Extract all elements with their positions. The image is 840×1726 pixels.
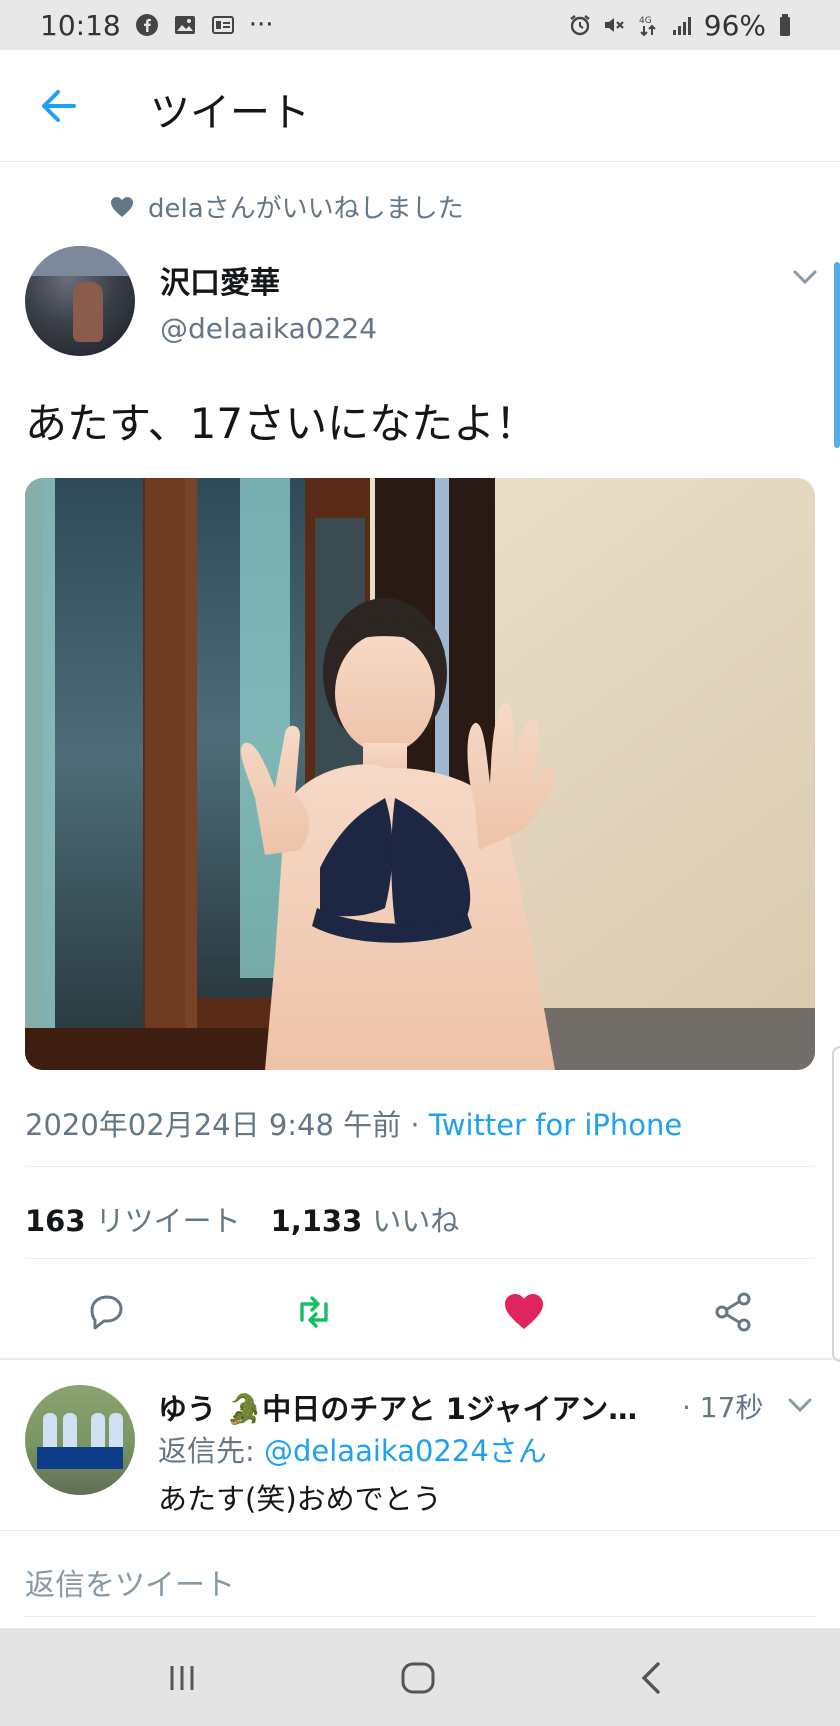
- alarm-icon: [570, 15, 590, 36]
- recent-apps-icon[interactable]: [162, 1658, 202, 1698]
- reply-text: あたす(笑)おめでとう: [158, 1482, 442, 1516]
- back-arrow-icon[interactable]: [38, 88, 78, 124]
- gallery-icon: [174, 16, 195, 34]
- likes-stat[interactable]: 1,133 いいね: [271, 1198, 460, 1240]
- avatar-figure: [73, 282, 103, 342]
- back-nav-icon[interactable]: [632, 1658, 672, 1698]
- share-icon[interactable]: [712, 1290, 756, 1334]
- battery-percent: 96%: [703, 8, 766, 42]
- divider: [25, 1166, 815, 1167]
- author-avatar[interactable]: [25, 246, 135, 356]
- meta-separator: ·: [401, 1108, 429, 1142]
- reply-time: · 17秒: [682, 1391, 764, 1424]
- reply-icon[interactable]: [84, 1290, 128, 1334]
- author-handle[interactable]: @delaaika0224: [160, 312, 377, 345]
- avatar-sky: [25, 246, 135, 276]
- tweet-source-link[interactable]: Twitter for iPhone: [429, 1108, 682, 1142]
- scrollbar-thumb[interactable]: [834, 262, 840, 448]
- heart-icon: [111, 196, 133, 217]
- app-header: ツイート: [0, 50, 840, 162]
- reply-author-avatar[interactable]: [25, 1385, 135, 1495]
- divider: [0, 1530, 840, 1531]
- section-separator: [0, 1358, 840, 1360]
- reply-to-handle[interactable]: @delaaika0224さん: [264, 1434, 547, 1468]
- liked-by-text: delaさんがいいねしました: [148, 194, 464, 224]
- retweet-icon[interactable]: [292, 1290, 336, 1334]
- battery-icon: [780, 14, 790, 36]
- reply-compose-input[interactable]: 返信をツイート: [25, 1560, 235, 1604]
- reply-author-name[interactable]: ゆう 🐊中日のチアと 1ジャイアン…: [158, 1386, 678, 1428]
- facebook-icon: [135, 14, 158, 36]
- retweets-stat[interactable]: 163 リツイート: [25, 1198, 241, 1240]
- retweets-count: 163: [25, 1204, 86, 1238]
- page-title: ツイート: [150, 90, 310, 136]
- author-name[interactable]: 沢口愛華: [160, 258, 280, 302]
- more-dots-icon: ···: [248, 10, 274, 40]
- svg-text:4G: 4G: [639, 16, 652, 26]
- reply-to-line: 返信先: @delaaika0224さん: [158, 1428, 547, 1470]
- reply-to-label: 返信先:: [158, 1434, 264, 1468]
- tweet-meta: 2020年02月24日 9:48 午前 · Twitter for iPhone: [25, 1102, 682, 1144]
- mute-icon: [604, 18, 624, 32]
- system-nav-bar: [0, 1628, 840, 1726]
- retweets-label: リツイート: [95, 1204, 241, 1238]
- like-heart-icon[interactable]: [502, 1290, 546, 1334]
- chevron-down-icon[interactable]: [785, 1390, 815, 1420]
- notification-card-icon: [211, 16, 234, 34]
- home-icon[interactable]: [398, 1658, 438, 1698]
- signal-icon: [672, 17, 691, 35]
- likes-label: いいね: [372, 1204, 460, 1238]
- likes-count: 1,133: [270, 1204, 363, 1238]
- divider: [25, 1616, 815, 1617]
- avatar-banner: [37, 1447, 123, 1469]
- tweet-photo[interactable]: [25, 478, 815, 1070]
- status-time: 10:18: [40, 8, 121, 42]
- tweet-text: あたす、17さいになたよ！: [25, 399, 538, 448]
- tweet-actions: [0, 1282, 840, 1342]
- divider: [25, 1258, 815, 1259]
- chevron-down-icon[interactable]: [790, 262, 820, 292]
- tweet-date: 2020年02月24日 9:48 午前: [25, 1108, 402, 1142]
- social-context[interactable]: delaさんがいいねしました: [110, 188, 464, 225]
- tweet-stats: 163 リツイート 1,133 いいね: [25, 1198, 459, 1240]
- scroll-rail: [832, 1046, 840, 1362]
- data-transfer-icon: 4G: [639, 16, 656, 37]
- photo-illustration: [25, 478, 815, 1070]
- status-bar: 10:18 ··· 4G 96%: [0, 0, 840, 50]
